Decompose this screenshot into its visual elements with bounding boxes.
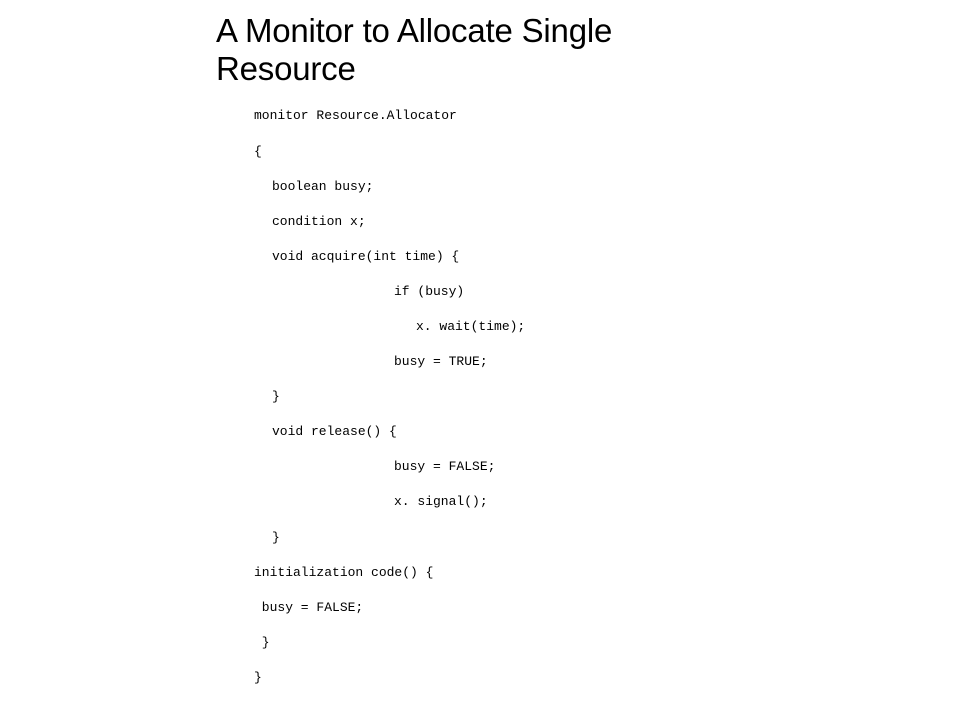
- slide-title: A Monitor to Allocate Single Resource: [216, 12, 960, 88]
- code-line: }: [254, 529, 960, 547]
- code-line: }: [254, 669, 960, 687]
- code-line: busy = FALSE;: [254, 458, 960, 476]
- code-line: }: [254, 634, 960, 652]
- code-line: initialization code() {: [254, 564, 960, 582]
- code-line: {: [254, 143, 960, 161]
- code-line: void release() {: [254, 423, 960, 441]
- code-line: }: [254, 388, 960, 406]
- code-line: boolean busy;: [254, 178, 960, 196]
- code-line: void acquire(int time) {: [254, 248, 960, 266]
- code-line: x. wait(time);: [254, 318, 960, 336]
- code-line: if (busy): [254, 283, 960, 301]
- code-line: busy = TRUE;: [254, 353, 960, 371]
- title-line-2: Resource: [216, 50, 356, 87]
- code-line: busy = FALSE;: [254, 599, 960, 617]
- code-line: x. signal();: [254, 493, 960, 511]
- code-line: condition x;: [254, 213, 960, 231]
- code-block: monitor Resource.Allocator { boolean bus…: [254, 90, 960, 704]
- code-line: monitor Resource.Allocator: [254, 107, 960, 125]
- title-line-1: A Monitor to Allocate Single: [216, 12, 612, 49]
